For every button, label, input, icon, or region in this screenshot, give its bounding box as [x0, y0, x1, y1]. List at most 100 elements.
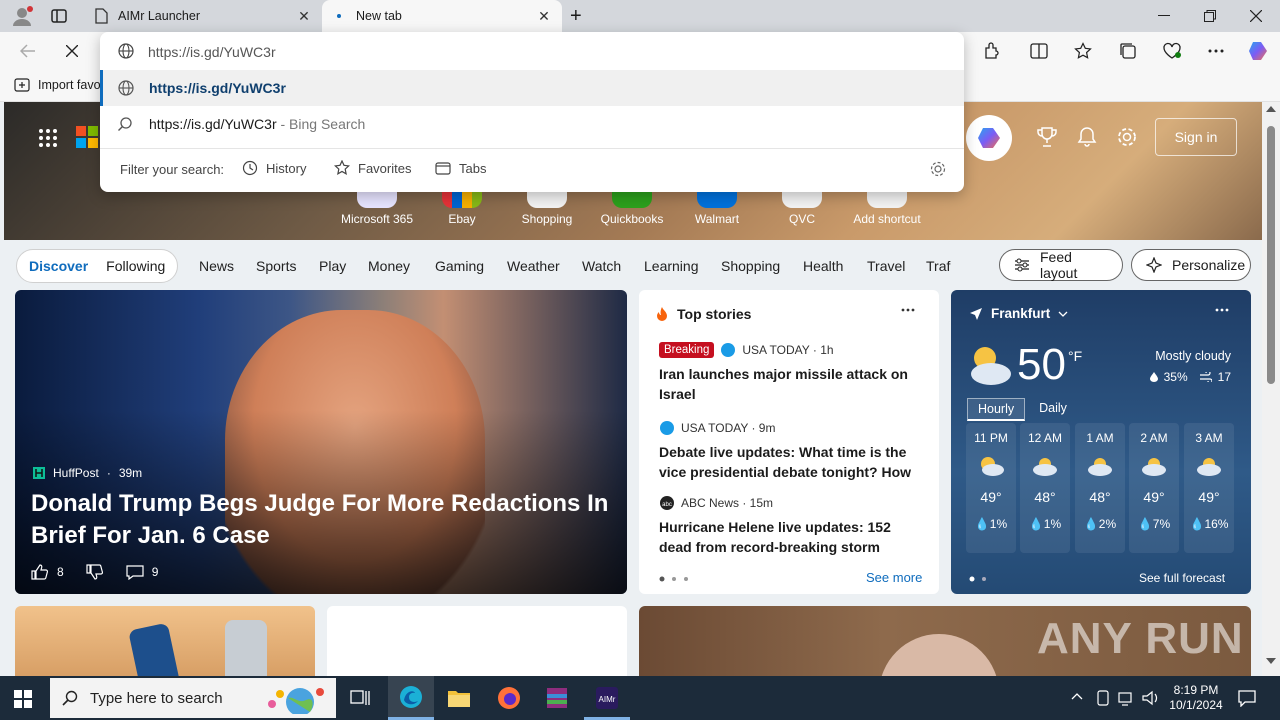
see-full-forecast-link[interactable]: See full forecast — [1139, 571, 1225, 585]
story-item[interactable]: abc ABC News · 15m Hurricane Helene live… — [659, 495, 921, 557]
title-bar: AIMr Launcher ✕ New tab ✕ + — [0, 0, 1280, 32]
carousel-dots[interactable] — [659, 576, 689, 582]
firefox-icon[interactable] — [497, 686, 521, 710]
more-menu-icon[interactable] — [1200, 35, 1232, 67]
tab-following[interactable]: Following — [106, 258, 165, 274]
nav-news[interactable]: News — [199, 258, 234, 274]
address-input[interactable] — [148, 41, 928, 63]
dislike-icon[interactable] — [86, 564, 104, 580]
like-icon[interactable] — [31, 564, 49, 580]
globe-icon — [118, 80, 134, 96]
story-image — [879, 634, 999, 676]
new-tab-button[interactable]: + — [570, 6, 588, 26]
import-favorites-label: Import favo — [38, 78, 101, 92]
usa-today-logo-icon — [659, 420, 675, 436]
rewards-trophy-icon[interactable] — [1036, 126, 1058, 148]
nav-money[interactable]: Money — [368, 258, 410, 274]
tab-new-tab[interactable]: New tab ✕ — [322, 0, 562, 32]
suggestion-text: https://is.gd/YuWC3r — [149, 80, 286, 96]
taskbar-aimr[interactable]: AIMr — [584, 676, 630, 720]
carousel-dots[interactable] — [969, 576, 989, 582]
nav-travel[interactable]: Travel — [867, 258, 905, 274]
filter-tabs[interactable]: Tabs — [435, 160, 486, 176]
file-explorer-icon[interactable] — [447, 687, 471, 709]
story-item[interactable]: Breaking USA TODAY · 1h Iran launches ma… — [659, 342, 921, 404]
notification-center-icon[interactable] — [1238, 689, 1256, 707]
scrollbar-thumb[interactable] — [1267, 126, 1275, 384]
filter-history[interactable]: History — [242, 160, 306, 176]
suggestion-search[interactable]: https://is.gd/YuWC3r - Bing Search — [100, 106, 964, 142]
nav-watch[interactable]: Watch — [582, 258, 621, 274]
nav-weather[interactable]: Weather — [507, 258, 560, 274]
network-icon[interactable] — [1118, 690, 1136, 706]
task-view-icon[interactable] — [350, 689, 370, 707]
close-window-button[interactable] — [1233, 0, 1279, 32]
tab-discover[interactable]: Discover — [29, 258, 88, 274]
more-options-icon[interactable] — [1215, 308, 1229, 312]
story-headline[interactable]: Donald Trump Begs Judge For More Redacti… — [31, 488, 611, 552]
nav-learning[interactable]: Learning — [644, 258, 699, 274]
tray-device-icon[interactable] — [1095, 690, 1111, 706]
collections-icon[interactable] — [1112, 35, 1144, 67]
profile-icon[interactable] — [10, 5, 34, 27]
nav-gaming[interactable]: Gaming — [435, 258, 484, 274]
story-source: abc ABC News · 15m — [659, 495, 921, 511]
volume-icon[interactable] — [1142, 690, 1160, 706]
tab-daily[interactable]: Daily — [1025, 398, 1081, 421]
page-scrollbar[interactable] — [1262, 102, 1280, 676]
filter-favorites[interactable]: Favorites — [334, 160, 411, 176]
main-story-card[interactable]: HuffPost · 39m Donald Trump Begs Judge F… — [15, 290, 627, 594]
tab-actions-icon[interactable] — [50, 8, 68, 24]
apps-launcher-icon[interactable] — [38, 128, 58, 148]
weather-location[interactable]: Frankfurt — [969, 306, 1068, 321]
extensions-icon[interactable] — [975, 35, 1007, 67]
taskbar-search-box[interactable]: Type here to search — [50, 678, 336, 718]
nav-play[interactable]: Play — [319, 258, 346, 274]
feed-layout-button[interactable]: Feed layout — [999, 249, 1123, 281]
personalize-label: Personalize — [1172, 257, 1246, 273]
tray-chevron-up-icon[interactable] — [1071, 692, 1083, 700]
notifications-bell-icon[interactable] — [1076, 126, 1098, 148]
minimize-button[interactable] — [1141, 0, 1187, 32]
nav-health[interactable]: Health — [803, 258, 843, 274]
scroll-up-icon[interactable] — [1266, 106, 1276, 112]
close-icon[interactable]: ✕ — [296, 8, 312, 24]
tab-aimr-launcher[interactable]: AIMr Launcher ✕ — [84, 0, 322, 32]
nav-shopping[interactable]: Shopping — [721, 258, 780, 274]
winrar-icon[interactable] — [545, 686, 569, 710]
scroll-down-icon[interactable] — [1266, 658, 1276, 664]
browser-essentials-icon[interactable] — [1156, 35, 1188, 67]
nav-sports[interactable]: Sports — [256, 258, 296, 274]
weather-card[interactable]: Frankfurt 50 °F Mostly cloudy 35% 17 Hou… — [951, 290, 1251, 594]
story-reactions: 8 9 — [31, 564, 158, 580]
news-card-blank[interactable] — [327, 606, 627, 676]
suggestion-url[interactable]: https://is.gd/YuWC3r — [100, 70, 964, 106]
back-button[interactable] — [12, 35, 44, 67]
temp-unit[interactable]: °F — [1068, 348, 1082, 364]
loading-dot-icon — [332, 13, 346, 19]
video-card[interactable]: ANY RUN — [639, 606, 1251, 676]
copilot-icon[interactable] — [1242, 35, 1274, 67]
close-icon[interactable]: ✕ — [536, 8, 552, 24]
address-bar[interactable] — [100, 32, 964, 70]
copilot-button[interactable] — [966, 115, 1012, 161]
favorites-star-icon[interactable] — [1067, 35, 1099, 67]
settings-icon[interactable] — [930, 161, 946, 177]
news-card-phones[interactable] — [15, 606, 315, 676]
personalize-button[interactable]: Personalize — [1131, 249, 1251, 281]
taskbar-edge[interactable] — [388, 676, 434, 720]
comment-icon[interactable] — [126, 564, 144, 580]
windows-start-icon[interactable] — [14, 690, 32, 708]
more-options-icon[interactable] — [901, 308, 915, 312]
see-more-link[interactable]: See more — [866, 570, 922, 585]
split-screen-icon[interactable] — [1023, 35, 1055, 67]
tab-hourly[interactable]: Hourly — [967, 398, 1026, 421]
restore-button[interactable] — [1187, 0, 1233, 32]
import-favorites-button[interactable]: Import favo — [14, 78, 101, 92]
stop-loading-button[interactable] — [56, 35, 88, 67]
sign-in-button[interactable]: Sign in — [1155, 118, 1237, 156]
clock[interactable]: 8:19 PM 10/1/2024 — [1166, 683, 1226, 713]
story-item[interactable]: USA TODAY · 9m Debate live updates: What… — [659, 420, 921, 482]
page-settings-icon[interactable] — [1116, 126, 1138, 148]
nav-traffic[interactable]: Traf — [926, 258, 950, 274]
